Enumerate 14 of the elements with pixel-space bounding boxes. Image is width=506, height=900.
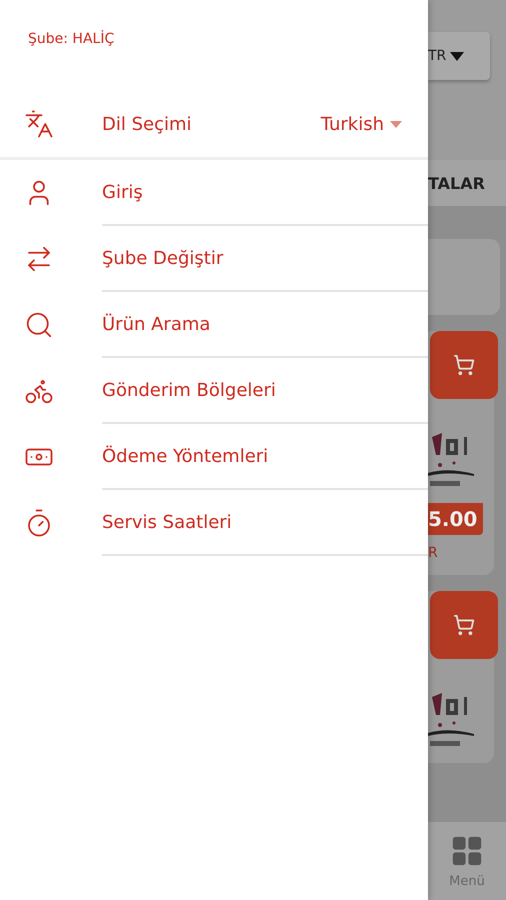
branch-label: Şube: HALİÇ — [28, 31, 116, 49]
add-to-cart-button[interactable] — [430, 331, 498, 399]
language-label: Dil Seçimi — [102, 114, 193, 134]
caret-icon — [390, 120, 402, 128]
cart-icon — [453, 354, 475, 376]
price-tag: 5.00 — [428, 503, 484, 535]
translate-icon — [24, 109, 54, 139]
caret-icon — [450, 52, 464, 60]
cart-icon — [453, 614, 475, 636]
language-dropdown[interactable]: Turkish — [320, 114, 402, 134]
price-note: R — [428, 545, 438, 561]
add-to-cart-button[interactable] — [430, 591, 498, 659]
search-icon — [24, 310, 54, 340]
language-button[interactable]: TR — [428, 32, 490, 80]
